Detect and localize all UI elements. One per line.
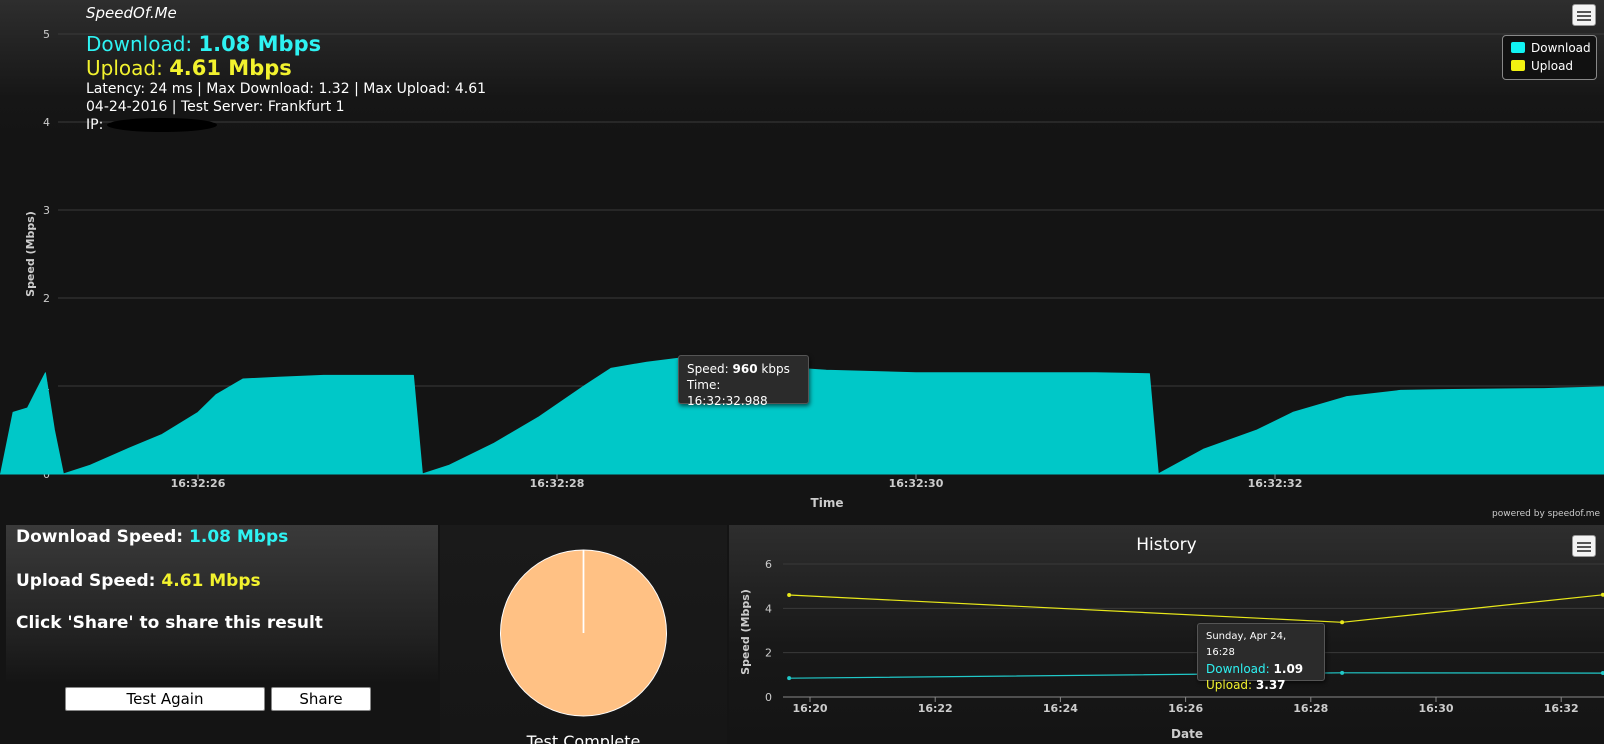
test-again-button[interactable]: Test Again	[65, 687, 265, 711]
powered-by[interactable]: powered by speedof.me	[1492, 509, 1600, 519]
history-download-point	[787, 676, 792, 681]
history-x-tick-label: 16:24	[1043, 702, 1078, 715]
history-x-tick-label: 16:32	[1544, 702, 1579, 715]
brand-title: SpeedOf.Me	[86, 4, 177, 22]
ip-redaction	[107, 118, 218, 132]
download-speed-value: 1.08 Mbps	[189, 527, 289, 547]
server-line: 04-24-2016 | Test Server: Frankfurt 1	[86, 99, 345, 115]
stats-panel: Download Speed: 1.08 Mbps Upload Speed: …	[6, 525, 438, 737]
pie-caption: Test Complete	[526, 732, 641, 744]
share-button[interactable]: Share	[271, 687, 371, 711]
history-upload-point	[787, 593, 792, 598]
tooltip-speed-unit: kbps	[761, 362, 790, 376]
history-panel: 0 2 4 6 16:20 16:22 16:24 16:26 16:28 16:30 16:32 D…	[729, 525, 1604, 744]
history-x-tick-label: 16:30	[1418, 702, 1453, 715]
y-tick-label: 3	[43, 204, 50, 217]
download-speed-line: Download Speed: 1.08 Mbps	[16, 527, 288, 547]
history-tooltip: Sunday, Apr 24, 16:28 Download: 1.09 Upl…	[1197, 623, 1325, 692]
y-tick-label: 4	[43, 116, 50, 129]
upload-speed-line: Upload Speed: 4.61 Mbps	[16, 571, 261, 591]
history-y-tick-label: 0	[765, 691, 772, 704]
y-tick-label: 5	[43, 28, 50, 41]
chart-legend: Download Upload	[1502, 35, 1597, 80]
x-tick-label: 16:32:28	[530, 477, 585, 490]
history-y-tick-label: 4	[765, 602, 772, 615]
upload-summary-value: 4.61 Mbps	[169, 56, 292, 80]
upload-speed-value: 4.61 Mbps	[161, 571, 261, 591]
result-summary: Download: 1.08 Mbps Upload: 4.61 Mbps La…	[86, 34, 486, 136]
history-y-tick-label: 2	[765, 647, 772, 660]
legend-item-upload[interactable]: Upload	[1511, 58, 1573, 74]
x-tick-label: 16:32:26	[171, 477, 226, 490]
menu-icon-bar	[1577, 546, 1591, 548]
tooltip-time: Time: 16:32:32.988	[687, 377, 800, 409]
legend-item-download[interactable]: Download	[1511, 40, 1591, 56]
upload-summary: Upload: 4.61 Mbps	[86, 58, 486, 82]
tooltip-speed: Speed: 960 kbps	[687, 361, 800, 377]
history-menu-button[interactable]	[1572, 535, 1596, 557]
menu-icon	[1577, 542, 1591, 544]
history-tooltip-date: Sunday, Apr 24, 16:28	[1206, 631, 1287, 658]
legend-swatch-download	[1511, 42, 1525, 53]
y-tick-label: 2	[43, 292, 50, 305]
history-x-tick-label: 16:28	[1293, 702, 1328, 715]
chart-menu-button[interactable]	[1572, 4, 1596, 26]
history-x-tick-label: 16:20	[792, 702, 827, 715]
ip-line: IP:	[86, 118, 486, 136]
legend-label-download: Download	[1531, 41, 1591, 55]
tooltip-speed-value: 960	[732, 362, 758, 376]
x-axis-title: Time	[811, 496, 844, 510]
upload-speed-label: Upload Speed:	[16, 571, 156, 591]
x-tick-label: 16:32:32	[1248, 477, 1303, 490]
y-axis-title: Speed (Mbps)	[24, 211, 37, 297]
history-download-line	[789, 672, 1603, 679]
history-title: History	[1136, 535, 1197, 555]
menu-icon	[1577, 11, 1591, 13]
legend-swatch-upload	[1511, 60, 1525, 71]
download-summary-label: Download:	[86, 32, 193, 56]
history-x-tick-label: 16:22	[918, 702, 953, 715]
legend-label-upload: Upload	[1531, 59, 1574, 73]
history-tooltip-upload-value: 3.37	[1255, 678, 1286, 692]
progress-pie	[500, 549, 667, 717]
history-tooltip-upload: Upload: 3.37	[1206, 677, 1316, 693]
share-instruction: Click 'Share' to share this result	[16, 613, 323, 633]
download-speed-label: Download Speed:	[16, 527, 184, 547]
history-chart: 0 2 4 6 16:20 16:22 16:24 16:26 16:28 16:30 16:32 D…	[739, 558, 1604, 741]
history-download-point	[1340, 670, 1345, 675]
history-upload-point	[1340, 620, 1345, 625]
history-y-tick-label: 6	[765, 558, 772, 571]
history-tooltip-download-label: Download:	[1206, 662, 1270, 676]
menu-icon-bar	[1577, 15, 1591, 17]
latency-line: Latency: 24 ms | Max Download: 1.32 | Ma…	[86, 81, 487, 97]
chart-tooltip: Speed: 960 kbps Time: 16:32:32.988	[678, 355, 809, 408]
history-x-axis-title: Date	[1171, 727, 1203, 741]
ip-label: IP:	[86, 117, 104, 133]
tooltip-speed-label: Speed:	[687, 362, 729, 376]
progress-pie-panel: Test Complete	[440, 525, 727, 744]
menu-icon-bar	[1577, 550, 1591, 552]
history-x-tick-label: 16:26	[1168, 702, 1203, 715]
upload-summary-label: Upload:	[86, 56, 163, 80]
speed-chart-panel: 01234516:32:2616:32:2816:32:3016:32:3216…	[0, 0, 1604, 523]
download-summary: Download: 1.08 Mbps	[86, 34, 486, 58]
history-tooltip-upload-label: Upload:	[1206, 678, 1253, 692]
download-summary-value: 1.08 Mbps	[198, 32, 322, 56]
history-tooltip-download: Download: 1.09	[1206, 661, 1316, 677]
history-tooltip-download-value: 1.09	[1273, 662, 1304, 676]
tooltip-time-value: 16:32:32.988	[687, 394, 768, 408]
menu-icon-bar	[1577, 19, 1591, 21]
tooltip-time-label: Time:	[687, 378, 721, 392]
x-tick-label: 16:32:30	[889, 477, 944, 490]
history-y-axis-title: Speed (Mbps)	[739, 589, 752, 675]
